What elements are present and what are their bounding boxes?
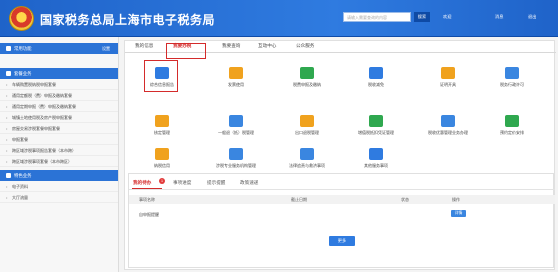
tab-divider (129, 189, 555, 190)
sidebar: 常用功能 设置 套餐业务 车辆购置税纳税申报套餐 通用定额税（费）申报及缴纳套餐… (0, 37, 119, 272)
export-refund-icon (300, 115, 314, 127)
common-functions-icon (6, 45, 11, 51)
tax-declare-icon (300, 67, 314, 79)
tab-my-info[interactable]: 我的信息 (135, 43, 153, 49)
tab-progress[interactable]: 事项进度 (173, 180, 191, 186)
search-button[interactable]: 搜索 (414, 12, 430, 22)
sidebar-common-header[interactable]: 常用功能 设置 (0, 43, 118, 54)
sidebar-item[interactable]: 车辆购置税纳税申报套餐 (0, 79, 118, 90)
sidebar-special-item[interactable]: 大厅流量 (0, 192, 118, 203)
sidebar-item[interactable]: 通用定额税（费）申报及缴纳套餐 (0, 90, 118, 101)
legal-icon (300, 148, 314, 160)
service-item[interactable]: 核定管理 (132, 115, 192, 136)
search-input[interactable]: 请输入需要查询的内容 (343, 12, 411, 22)
user-greeting[interactable]: 欢迎 (443, 14, 451, 20)
active-tab-highlight (166, 43, 206, 59)
service-item[interactable]: 法律追责与救济事项 (277, 148, 337, 169)
pricing-icon (505, 115, 519, 127)
todo-panel: 我的待办 1 事项进度 提示提醒 政策速递 事项名称 截止日期 状态 操作 自申… (128, 173, 555, 268)
special-services-icon (6, 172, 11, 178)
service-label: 税收减免 (368, 82, 384, 87)
tab-public-service[interactable]: 公众服务 (296, 43, 314, 49)
tax-emblem-icon (9, 6, 34, 31)
todo-item-name: 自申报提醒 (139, 212, 159, 217)
sidebar-favorites-header[interactable]: 套餐业务 (0, 68, 118, 79)
service-label: 其他服务事项 (364, 163, 388, 168)
tax-relief-icon (369, 67, 383, 79)
service-item[interactable]: 纳税信用 (132, 148, 192, 169)
other-service-icon (369, 148, 383, 160)
sidebar-favorites-title: 套餐业务 (14, 71, 32, 76)
service-item[interactable]: 税务行政许可 (482, 67, 542, 88)
invoice-icon (229, 67, 243, 79)
service-label: 税收优惠管理业务办理 (428, 130, 468, 135)
service-label: 预约定价安排 (500, 130, 524, 135)
sidebar-item[interactable]: 城镇土地使用税及房产税申报套餐 (0, 112, 118, 123)
selected-item-highlight (144, 60, 178, 92)
service-item[interactable]: 发票使用 (206, 67, 266, 88)
tab-policy[interactable]: 政策速递 (240, 180, 258, 186)
package-icon (6, 70, 11, 76)
service-item[interactable]: 其他服务事项 (346, 148, 406, 169)
table-header: 事项名称 截止日期 状态 操作 (129, 195, 555, 204)
service-label: 发票使用 (228, 82, 244, 87)
service-item[interactable]: 税费申报及缴纳 (277, 67, 337, 88)
service-item[interactable]: 证明开具 (418, 67, 478, 88)
sidebar-item[interactable]: 申报套餐 (0, 134, 118, 145)
column-header: 截止日期 (291, 197, 307, 202)
tab-reminders[interactable]: 提示提醒 (207, 180, 225, 186)
service-label: 法律追责与救济事项 (289, 163, 325, 168)
service-label: 税务行政许可 (500, 82, 524, 87)
service-label: 一般退（抵）税管理 (218, 130, 254, 135)
more-button[interactable]: 更多 (329, 236, 355, 246)
service-item[interactable]: 预约定价安排 (482, 115, 542, 136)
sidebar-special-item[interactable]: 电子资料 (0, 181, 118, 192)
service-item[interactable]: 出口退税管理 (277, 115, 337, 136)
sidebar-item[interactable]: 跨区域涉税事项报告套餐（本市跨） (0, 145, 118, 156)
service-label: 证明开具 (440, 82, 456, 87)
detail-button[interactable]: 详情 (451, 210, 466, 217)
sidebar-item[interactable]: 房屋交易涉税套餐申报套餐 (0, 123, 118, 134)
service-label: 出口退税管理 (295, 130, 319, 135)
service-label: 核定管理 (154, 130, 170, 135)
table-row: 自申报提醒 详情 (129, 210, 555, 219)
sidebar-settings-link[interactable]: 设置 (102, 43, 110, 54)
service-item[interactable]: 税收优惠管理业务办理 (418, 115, 478, 136)
service-item[interactable]: 一般退（抵）税管理 (206, 115, 266, 136)
sidebar-special-header[interactable]: 特色业务 (0, 170, 118, 181)
approval-icon (155, 115, 169, 127)
service-label: 纳税信用 (154, 163, 170, 168)
certificate-icon (441, 67, 455, 79)
tax-benefit-icon (441, 115, 455, 127)
refund-icon (229, 115, 243, 127)
service-item[interactable]: 增值税抵扣凭证管理 (346, 115, 406, 136)
service-item[interactable]: 税收减免 (346, 67, 406, 88)
agency-icon (229, 148, 243, 160)
sidebar-item[interactable]: 跨区域涉税事项套餐（本市跨区） (0, 156, 118, 167)
logout-link[interactable]: 退出 (528, 14, 536, 20)
tab-my-todo[interactable]: 我的待办 (133, 180, 151, 186)
service-label: 涉税专业服务机构管理 (216, 163, 256, 168)
sidebar-common-title: 常用功能 (14, 46, 32, 51)
top-header: 国家税务总局上海市电子税务局 请输入需要查询的内容 搜索 欢迎 消息 退出 (0, 0, 558, 37)
tab-interaction[interactable]: 互动中心 (258, 43, 276, 49)
tab-query[interactable]: 我要查询 (222, 43, 240, 49)
service-label: 增值税抵扣凭证管理 (358, 130, 394, 135)
vat-voucher-icon (369, 115, 383, 127)
credit-icon (155, 148, 169, 160)
column-header: 操作 (452, 197, 460, 202)
sidebar-special-title: 特色业务 (14, 173, 32, 178)
permit-icon (505, 67, 519, 79)
service-label: 税费申报及缴纳 (293, 82, 321, 87)
site-title: 国家税务总局上海市电子税务局 (40, 13, 216, 27)
column-header: 状态 (401, 197, 409, 202)
column-header: 事项名称 (139, 197, 155, 202)
sidebar-item[interactable]: 通用定期申报（费）申报及缴纳套餐 (0, 101, 118, 112)
todo-count-badge: 1 (159, 178, 165, 184)
messages-link[interactable]: 消息 (495, 14, 503, 20)
service-item[interactable]: 涉税专业服务机构管理 (206, 148, 266, 169)
